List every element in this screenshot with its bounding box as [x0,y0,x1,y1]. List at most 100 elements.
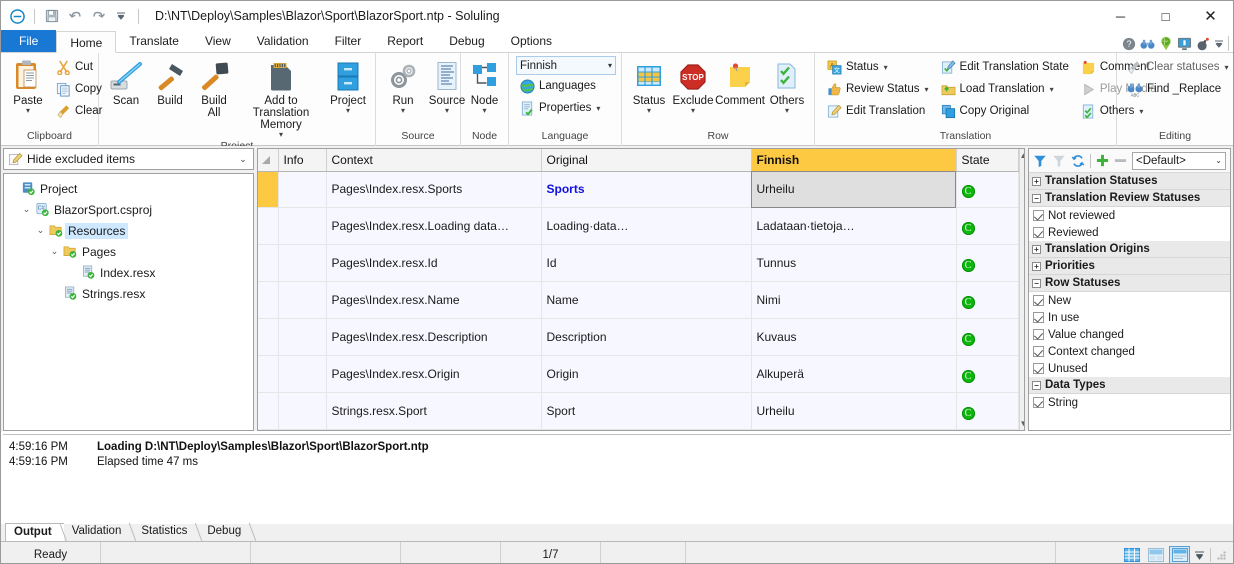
tab-debug-output[interactable]: Debug [199,523,253,541]
translation-grid[interactable]: Info Context Original Finnish State Page… [258,149,1019,430]
table-row[interactable]: Pages\Index.resx.Description Description… [258,318,1019,357]
tab-view[interactable]: View [192,30,244,52]
tree-node-resources[interactable]: ⌄ Resources [6,220,251,241]
tab-file[interactable]: File [1,30,57,52]
filter-item-reviewed[interactable]: Reviewed [1029,224,1230,241]
apply-filter-icon[interactable] [1033,154,1047,168]
project-tree[interactable]: Project ⌄ C# BlazorSport.csproj ⌄ Resour… [3,173,254,431]
tab-home[interactable]: Home [56,31,117,53]
cell-state[interactable]: C [956,244,1019,283]
row-others-caret-icon[interactable]: ▾ [785,107,789,115]
cell-state[interactable]: C [956,318,1019,357]
filter-preset-select[interactable]: <Default> ⌄ [1132,151,1226,170]
copy-original-button[interactable]: Copy Original [937,100,1073,122]
tab-debug[interactable]: Debug [436,30,497,52]
cell-state[interactable]: C [956,171,1019,209]
expand-icon[interactable]: + [1032,176,1041,186]
tab-filter[interactable]: Filter [322,30,375,52]
minimize-button[interactable]: ─ [1098,1,1143,31]
cell-original[interactable]: Sport [541,392,752,430]
exclude-caret-icon[interactable]: ▾ [691,107,695,115]
column-header-finnish[interactable]: Finnish [751,149,957,172]
grid-vertical-scrollbar[interactable]: ▲ ▼ [1018,149,1025,430]
tree-expander[interactable]: ⌄ [34,225,47,236]
binoculars-icon[interactable] [1140,38,1155,50]
cell-original[interactable]: Description [541,318,752,357]
grid-select-all-header[interactable] [258,149,279,172]
cell-context[interactable]: Pages\Index.resx.Origin [326,355,542,394]
tab-report[interactable]: Report [374,30,436,52]
tree-node-pages[interactable]: ⌄ Pages [6,241,251,262]
review-status-button[interactable]: Review Status ▾ [823,78,933,100]
row-status-caret-icon[interactable]: ▾ [647,107,651,115]
filter-item-not-reviewed[interactable]: Not reviewed [1029,207,1230,224]
filter-group-priorities[interactable]: + Priorities [1029,258,1230,275]
cell-original[interactable]: Origin [541,355,752,394]
row-status-button[interactable]: Status ▾ [627,56,671,115]
cell-original[interactable]: Loading·data… [541,207,752,246]
column-header-context[interactable]: Context [326,149,542,172]
help-icon[interactable]: ? [1122,37,1136,51]
cell-info[interactable] [278,244,327,283]
filter-group-translation-statuses[interactable]: + Translation Statuses [1029,173,1230,190]
add-to-tm-caret-icon[interactable]: ▾ [279,131,283,139]
add-to-translation-memory-button[interactable]: Add to Translation Memory ▾ [236,56,326,139]
scroll-up-icon[interactable]: ▲ [1020,151,1025,160]
save-icon[interactable] [42,6,62,26]
cell-context[interactable]: Pages\Index.resx.Description [326,318,542,357]
paste-button[interactable]: Paste ▾ [6,56,50,115]
cell-context[interactable]: Pages\Index.resx.Name [326,281,542,320]
cell-finnish[interactable]: Tunnus [751,244,957,283]
cell-state[interactable]: C [956,281,1019,320]
collapse-icon[interactable]: − [1032,193,1041,203]
column-header-info[interactable]: Info [278,149,327,172]
cell-info[interactable] [278,281,327,320]
table-row[interactable]: Pages\Index.resx.Name Name Nimi C [258,281,1019,320]
filter-item-context-changed[interactable]: Context changed [1029,343,1230,360]
redo-icon[interactable] [88,6,108,26]
language-select[interactable]: Finnish ▾ [516,56,616,75]
tree-filter-combo[interactable]: Hide excluded items ⌄ [3,148,254,170]
cell-finnish[interactable]: Urheilu [751,171,957,209]
node-button[interactable]: Node ▾ [463,56,507,115]
cell-state[interactable]: C [956,207,1019,246]
tree-expander[interactable]: ⌄ [48,246,61,257]
cell-original[interactable]: Name [541,281,752,320]
cell-info[interactable] [278,392,327,430]
filter-item-unused[interactable]: Unused [1029,360,1230,377]
project-button[interactable]: Project ▾ [326,56,370,115]
run-button[interactable]: Run ▾ [381,56,425,115]
ribbon-options-icon[interactable] [1214,39,1224,49]
cell-info[interactable] [278,171,327,209]
add-filter-icon[interactable] [1096,154,1109,167]
table-row[interactable]: Strings.resx.Sport Sport Urheilu C [258,392,1019,430]
scroll-down-icon[interactable]: ▼ [1020,419,1025,428]
row-header[interactable] [258,355,279,394]
column-header-original[interactable]: Original [541,149,752,172]
cell-finnish[interactable]: Urheilu [751,392,957,430]
cell-context[interactable]: Strings.resx.Sport [326,392,542,430]
globe-pin-icon[interactable] [1159,36,1173,51]
close-button[interactable]: ✕ [1188,1,1233,31]
row-others-button[interactable]: Others ▾ [765,56,809,115]
remove-filter-icon[interactable] [1114,154,1127,167]
view-grid-button[interactable] [1122,547,1141,564]
filter-group-translation-review-statuses[interactable]: − Translation Review Statuses [1029,190,1230,207]
cell-context[interactable]: Pages\Index.resx.Id [326,244,542,283]
bomb-icon[interactable] [1196,37,1210,51]
filter-item-in-use[interactable]: In use [1029,309,1230,326]
source-caret-icon[interactable]: ▾ [445,107,449,115]
edit-translation-state-button[interactable]: Edit Translation State [937,56,1073,78]
build-button[interactable]: Build [148,56,192,108]
clear-statuses-caret-icon[interactable]: ▾ [1225,63,1229,72]
view-split-button[interactable] [1146,547,1165,564]
table-row[interactable]: Pages\Index.resx.Loading data… Loading·d… [258,207,1019,246]
cell-state[interactable]: C [956,392,1019,430]
edit-translation-button[interactable]: Edit Translation [823,100,933,122]
review-status-caret-icon[interactable]: ▾ [925,85,929,94]
checkbox[interactable] [1033,210,1044,221]
cell-info[interactable] [278,207,327,246]
run-caret-icon[interactable]: ▾ [401,107,405,115]
paste-caret-icon[interactable]: ▾ [26,107,30,115]
app-menu-icon[interactable] [7,6,27,26]
